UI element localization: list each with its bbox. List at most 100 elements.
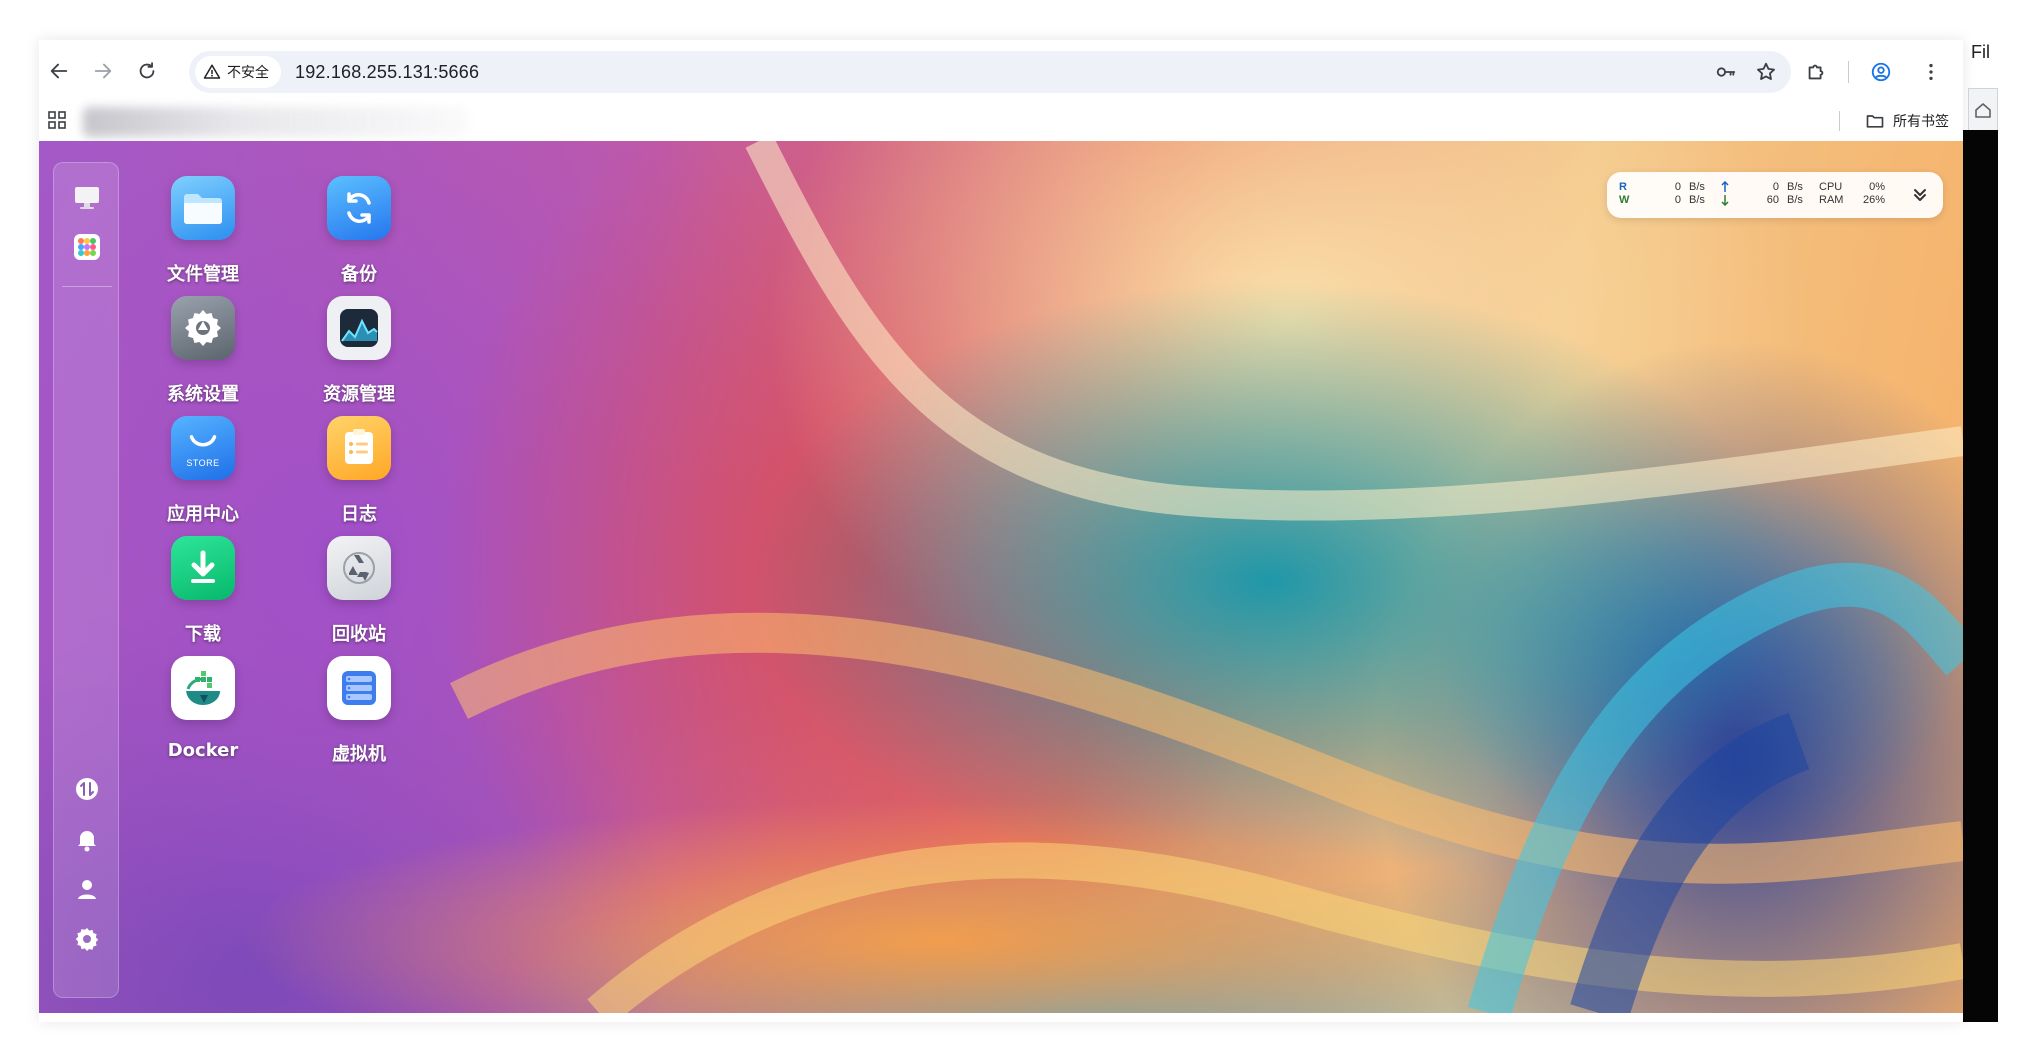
warning-icon	[203, 64, 221, 79]
user-icon	[78, 880, 96, 899]
app-download[interactable]: 下载	[133, 536, 273, 666]
address-bar[interactable]: 不安全 192.168.255.131:5666	[189, 51, 1791, 93]
virtual-machine-icon	[327, 656, 391, 720]
site-info-chip[interactable]: 不安全	[195, 56, 281, 88]
monitor-icon	[75, 187, 99, 209]
toolbar-divider	[1848, 61, 1849, 83]
dock-transfer-button[interactable]	[71, 773, 103, 805]
net-download-unit: B/s	[1787, 194, 1803, 206]
star-icon[interactable]	[1755, 61, 1777, 83]
cpu-label: CPU	[1819, 181, 1843, 193]
recycle-bin-icon	[327, 536, 391, 600]
url-text[interactable]: 192.168.255.131:5666	[295, 62, 479, 83]
arrow-left-icon	[50, 63, 68, 79]
all-bookmarks-label: 所有书签	[1893, 113, 1949, 130]
upload-arrow-icon	[1721, 181, 1729, 192]
chevron-double-down-icon[interactable]	[1909, 184, 1931, 206]
back-button[interactable]	[39, 51, 79, 91]
disk-write-value: 0	[1674, 194, 1681, 206]
log-icon	[327, 416, 391, 480]
dock-desktop-button[interactable]	[71, 181, 103, 213]
transfer-icon	[76, 778, 98, 800]
omnibox-actions	[1715, 51, 1777, 93]
app-label: 回收站	[332, 624, 386, 645]
download-icon	[171, 536, 235, 600]
disk-write-unit: B/s	[1689, 194, 1705, 206]
disk-read-label: R	[1619, 181, 1627, 193]
bookmarks-divider	[1839, 111, 1840, 131]
app-label: 文件管理	[167, 264, 239, 285]
app-label: 下载	[185, 624, 221, 645]
app-label: 应用中心	[167, 504, 239, 525]
app-resource-manager[interactable]: 资源管理	[289, 296, 429, 426]
app-backup[interactable]: 备份	[289, 176, 429, 306]
app-label: 系统设置	[167, 384, 239, 405]
gear-icon	[171, 296, 235, 360]
net-upload-value: 0	[1772, 181, 1779, 193]
app-label: 日志	[341, 504, 377, 525]
browser-window: 不安全 192.168.255.131:5666 所有书签 文件管理 系统设置 …	[39, 40, 1963, 1022]
all-bookmarks-button[interactable]: 所有书签	[1865, 101, 1949, 140]
disk-read-unit: B/s	[1689, 181, 1705, 193]
side-window-content	[1963, 130, 1998, 1022]
dock-user-button[interactable]	[71, 873, 103, 905]
store-icon: STORE	[171, 416, 235, 480]
reload-icon	[139, 62, 155, 79]
ram-value: 26%	[1862, 194, 1885, 206]
system-monitor-widget[interactable]: R W 0 0 B/s B/s 0 60 B/s B/s CPU RAM 0% …	[1607, 172, 1943, 218]
gear-icon	[75, 928, 99, 951]
app-system-settings[interactable]: 系统设置	[133, 296, 273, 426]
net-download-value: 60	[1766, 194, 1779, 206]
app-label: 资源管理	[323, 384, 395, 405]
folder-icon	[171, 176, 235, 240]
side-window-home-button[interactable]	[1968, 88, 1998, 130]
forward-button[interactable]	[83, 51, 123, 91]
apps-grid-icon[interactable]	[47, 110, 67, 130]
profile-button[interactable]	[1863, 52, 1899, 92]
home-icon	[1975, 102, 1991, 118]
cpu-value: 0%	[1869, 181, 1885, 193]
key-icon[interactable]	[1715, 61, 1737, 83]
reload-button[interactable]	[127, 51, 167, 91]
download-arrow-icon	[1721, 195, 1729, 206]
dock-notifications-button[interactable]	[71, 823, 103, 855]
screen: 不安全 192.168.255.131:5666 所有书签 文件管理 系统设置 …	[0, 0, 2030, 1056]
app-label: Docker	[167, 740, 239, 761]
ram-label: RAM	[1819, 194, 1844, 206]
dock-settings-button[interactable]	[71, 923, 103, 955]
blurred-bookmarks	[83, 107, 468, 137]
app-label: 备份	[341, 264, 377, 285]
app-label: 虚拟机	[332, 744, 386, 765]
app-recycle-bin[interactable]: 回收站	[289, 536, 429, 666]
nas-desktop: 文件管理 系统设置 STORE 应用中心 下载 Docker 备份 资源管理 日…	[39, 141, 1963, 1013]
side-window-title: Fil	[1971, 42, 1990, 62]
bell-icon	[78, 831, 96, 852]
app-launcher-icon	[74, 234, 100, 260]
dock-apps-button[interactable]	[71, 231, 103, 263]
app-file-manager[interactable]: 文件管理	[133, 176, 273, 306]
app-log[interactable]: 日志	[289, 416, 429, 546]
arrow-right-icon	[94, 63, 112, 79]
browser-toolbar: 不安全 192.168.255.131:5666	[39, 40, 1963, 101]
kebab-menu-icon	[1929, 63, 1933, 81]
bookmarks-bar: 所有书签	[39, 101, 1963, 140]
app-store[interactable]: STORE 应用中心	[133, 416, 273, 546]
activity-monitor-icon	[327, 296, 391, 360]
backup-icon	[327, 176, 391, 240]
store-badge-text: STORE	[186, 458, 220, 468]
folder-outline-icon	[1866, 114, 1884, 128]
toolbar-right	[1798, 51, 1949, 93]
left-dock	[53, 162, 119, 998]
menu-button[interactable]	[1913, 52, 1949, 92]
app-docker[interactable]: Docker	[133, 656, 273, 786]
profile-icon	[1871, 62, 1891, 82]
net-upload-unit: B/s	[1787, 181, 1803, 193]
extensions-button[interactable]	[1798, 52, 1834, 92]
app-virtual-machine[interactable]: 虚拟机	[289, 656, 429, 786]
dock-separator	[62, 286, 112, 287]
disk-read-value: 0	[1674, 181, 1681, 193]
disk-write-label: W	[1619, 194, 1630, 206]
puzzle-icon	[1808, 64, 1824, 80]
security-label: 不安全	[227, 65, 269, 81]
docker-icon	[171, 656, 235, 720]
